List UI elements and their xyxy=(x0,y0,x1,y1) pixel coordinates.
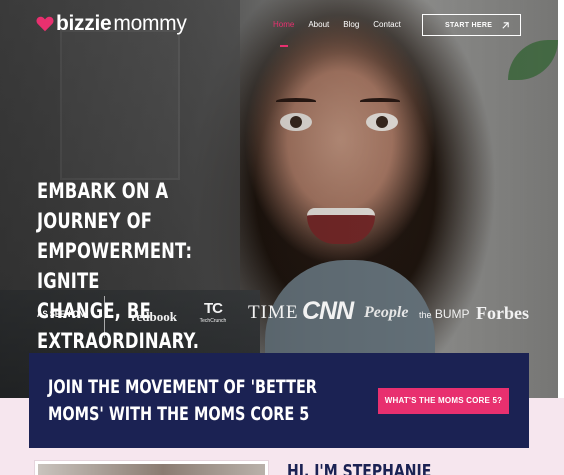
moms-core-cta-band: JOIN THE MOVEMENT OF 'BETTER MOMS' WITH … xyxy=(29,353,529,448)
nav-item-blog[interactable]: Blog xyxy=(343,20,359,29)
nav-item-home[interactable]: Home xyxy=(273,20,294,29)
logo-text-bold: bizzie xyxy=(56,12,112,35)
hero-headline-line: EMBARK ON A JOURNEY OF xyxy=(37,179,169,233)
bump-name: BUMP xyxy=(434,307,470,321)
press-logo-redbook: redbook xyxy=(131,309,177,324)
press-logo-cnn: CNN xyxy=(302,297,354,325)
start-here-label: START HERE xyxy=(445,21,493,29)
start-here-button[interactable]: START HERE xyxy=(422,14,521,36)
press-divider xyxy=(104,296,105,338)
techcrunch-name: TechCrunch xyxy=(199,318,227,324)
bump-the: the xyxy=(419,310,432,320)
nav-item-about[interactable]: About xyxy=(308,20,329,29)
moms-core-button[interactable]: WHAT'S THE MOMS CORE 5? xyxy=(378,387,509,414)
hero-headline: EMBARK ON A JOURNEY OF EMPOWERMENT: IGNI… xyxy=(37,176,248,356)
cta-title-line: JOIN THE MOVEMENT OF 'BETTER xyxy=(48,375,317,398)
about-photo-image xyxy=(38,464,265,475)
nav-item-contact[interactable]: Contact xyxy=(373,20,401,29)
hero-headline-line: EMPOWERMENT: IGNITE xyxy=(37,239,193,293)
about-photo xyxy=(34,460,269,475)
press-logo-time: TIME xyxy=(248,302,299,323)
techcrunch-mark: TC xyxy=(204,300,223,317)
nav-active-indicator xyxy=(280,45,288,47)
heart-icon xyxy=(36,16,54,32)
site-logo[interactable]: bizzie mommy xyxy=(36,12,187,36)
main-nav: Home About Blog Contact xyxy=(273,20,401,29)
arrow-up-right-icon xyxy=(502,21,509,29)
cta-title: JOIN THE MOVEMENT OF 'BETTER MOMS' WITH … xyxy=(48,374,317,428)
press-logo-people: People xyxy=(364,304,409,321)
press-logo-the-bump: the BUMP xyxy=(419,307,470,321)
as-seen-on-label: AS SEEN ON xyxy=(37,309,85,319)
about-heading: HI, I'M STEPHANIE xyxy=(287,461,432,475)
logo-text-light: mommy xyxy=(113,12,187,35)
cta-title-line: MOMS' WITH THE MOMS CORE 5 xyxy=(48,402,310,425)
press-logo-techcrunch: TC TechCrunch xyxy=(196,300,230,324)
press-logo-forbes: Forbes xyxy=(476,303,529,323)
